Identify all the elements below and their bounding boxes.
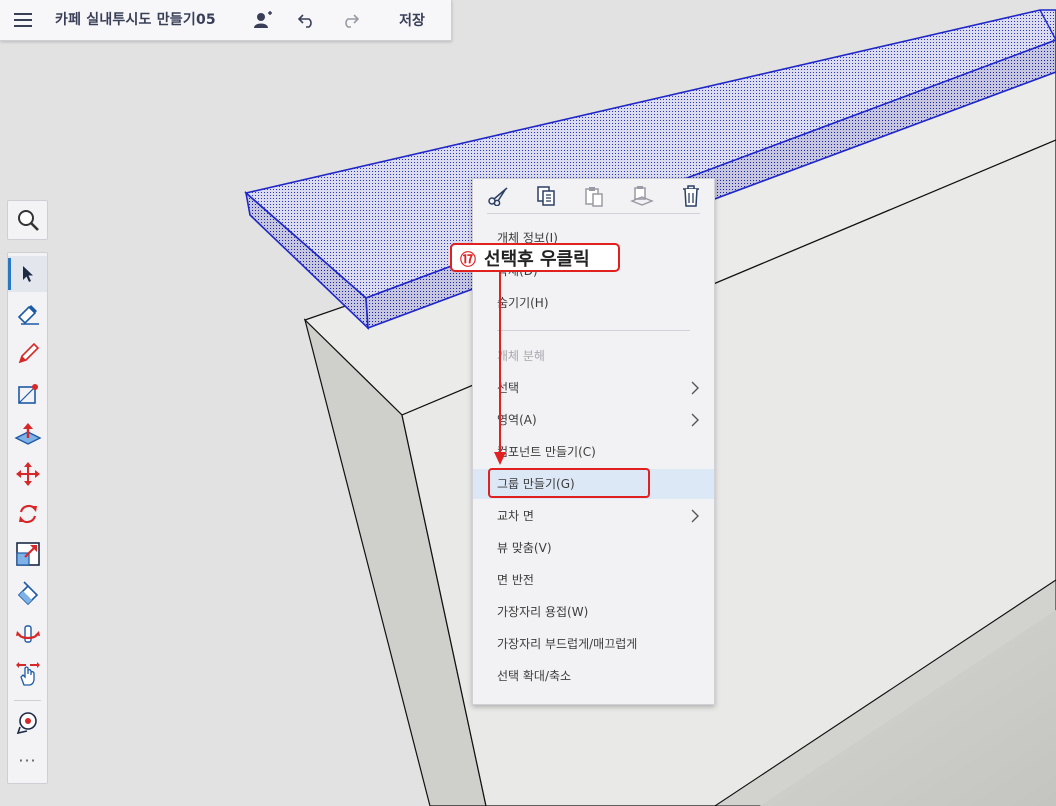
menu-item-label: 영역(A) (497, 413, 537, 427)
menu-item-label: 뷰 맞춤(V) (497, 541, 552, 555)
paint-bucket-icon (17, 581, 38, 606)
eraser-icon (17, 305, 39, 325)
menu-item-soften-edges[interactable]: 가장자리 부드럽게/매끄럽게 (473, 629, 714, 659)
move-tool-button[interactable] (8, 456, 47, 492)
push-pull-icon (13, 423, 42, 445)
more-tools-button[interactable]: ··· (8, 751, 47, 770)
menu-item-label: 컴포넌트 만들기(C) (497, 445, 596, 459)
paste-in-place-icon[interactable] (629, 183, 655, 209)
menu-item-reverse-faces[interactable]: 면 반전 (473, 565, 714, 595)
paint-tool-button[interactable] (8, 576, 47, 612)
push-pull-tool-button[interactable] (8, 416, 47, 452)
annotation-step-number: ⑰ (460, 249, 477, 269)
menu-item-zoom-selection[interactable]: 선택 확대/축소 (473, 661, 714, 691)
pencil-icon (18, 342, 39, 364)
menu-item-label: 교차 면 (497, 509, 534, 523)
menu-item-select[interactable]: 선택 (473, 373, 714, 403)
menu-item-label: 개체 분해 (497, 349, 545, 363)
pencil-tool-button[interactable] (8, 336, 47, 372)
scale-tool-button[interactable] (8, 536, 47, 572)
menu-item-label: 숨기기(H) (497, 296, 549, 310)
tape-tool-button[interactable] (8, 705, 47, 741)
search-tool-button[interactable] (7, 200, 48, 240)
rotate-tool-button[interactable] (8, 496, 47, 532)
pan-tool-button[interactable] (8, 656, 47, 692)
add-user-icon[interactable] (250, 0, 276, 40)
orbit-tool-button[interactable] (8, 616, 47, 652)
document-title[interactable]: 카페 실내투시도 만들기05 (55, 0, 216, 40)
tape-measure-icon (16, 712, 37, 735)
menu-item-make-component[interactable]: 컴포넌트 만들기(C) (473, 437, 714, 467)
delete-icon[interactable] (678, 183, 704, 209)
menu-item-label: 가장자리 용접(W) (497, 605, 589, 619)
menu-item-weld-edges[interactable]: 가장자리 용접(W) (473, 597, 714, 627)
chevron-right-icon (691, 509, 699, 523)
move-arrows-icon (15, 462, 40, 486)
menu-item-label: 면 반전 (497, 573, 534, 587)
undo-icon[interactable] (294, 0, 320, 40)
rectangle-tool-button[interactable] (8, 376, 47, 412)
menu-item-zoom-view[interactable]: 뷰 맞춤(V) (473, 533, 714, 563)
top-bar: 카페 실내투시도 만들기05 저장 (0, 0, 452, 41)
save-button[interactable]: 저장 (388, 0, 436, 40)
menu-item-label: 선택 확대/축소 (497, 669, 572, 683)
scale-icon (15, 542, 40, 566)
left-toolbar: ··· (7, 252, 48, 784)
menu-item-explode: 개체 분해 (473, 341, 714, 371)
rotate-icon (18, 504, 37, 524)
hamburger-menu-icon[interactable] (10, 0, 36, 40)
arrow-cursor-icon (22, 266, 33, 282)
rectangle-icon (17, 384, 38, 404)
chevron-right-icon (691, 413, 699, 427)
copy-icon[interactable] (533, 183, 559, 209)
menu-item-label: 가장자리 부드럽게/매끄럽게 (497, 637, 638, 651)
menu-item-label: 선택 (497, 381, 520, 395)
redo-icon[interactable] (337, 0, 363, 40)
paste-icon[interactable] (581, 183, 607, 209)
context-menu-actions (473, 179, 714, 213)
menu-item-area[interactable]: 영역(A) (473, 405, 714, 435)
toolbar-divider (14, 700, 41, 701)
pan-hand-icon (15, 662, 40, 686)
eraser-tool-button[interactable] (8, 296, 47, 332)
cut-icon[interactable] (485, 183, 511, 209)
annotation-highlight-box (488, 468, 650, 498)
annotation-callout: ⑰ 선택후 우클릭 (450, 243, 620, 272)
context-menu-divider (497, 330, 690, 331)
annotation-text: 선택후 우클릭 (484, 248, 590, 270)
context-menu-divider (487, 213, 700, 214)
menu-item-hide[interactable]: 숨기기(H) (473, 288, 714, 318)
orbit-icon (15, 625, 40, 643)
menu-item-intersect-faces[interactable]: 교차 면 (473, 501, 714, 531)
select-tool-button[interactable] (8, 256, 47, 292)
chevron-right-icon (691, 381, 699, 395)
magnifier-icon (17, 210, 39, 231)
